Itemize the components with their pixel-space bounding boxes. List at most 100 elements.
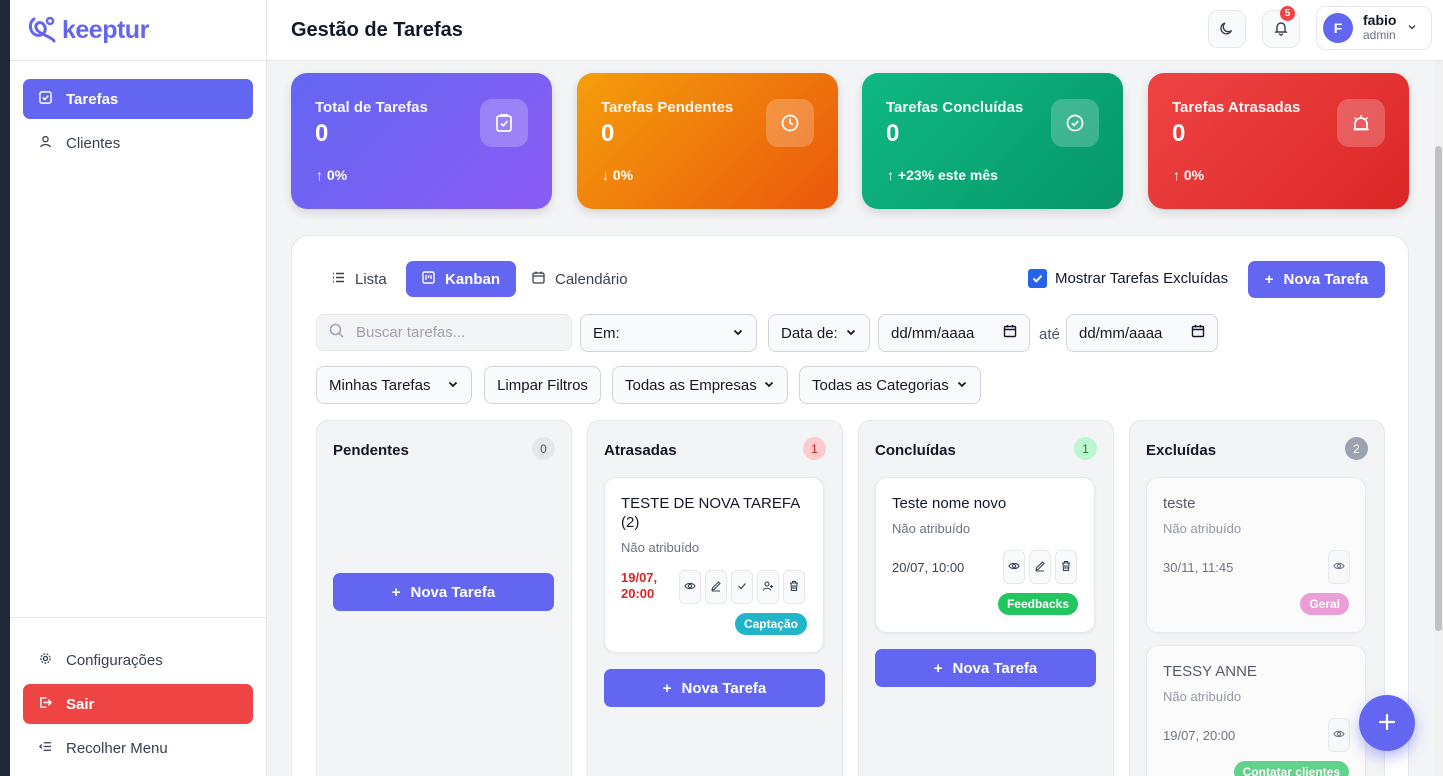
date-from-input[interactable]: dd/mm/aaaa	[878, 314, 1030, 352]
sidebar-item-label: Configurações	[66, 651, 163, 669]
category-tag: Captação	[734, 613, 807, 635]
add-task-button[interactable]: + Nova Tarefa	[333, 573, 554, 611]
category-tag: Geral	[1300, 593, 1349, 615]
show-deleted-toggle[interactable]: Mostrar Tarefas Excluídas	[1028, 269, 1228, 288]
task-title: TESTE DE NOVA TAREFA (2)	[621, 495, 800, 531]
chevron-down-icon	[732, 325, 744, 342]
view-button[interactable]	[1328, 718, 1350, 752]
task-date: 30/11, 11:45	[1163, 560, 1234, 575]
plus-icon: +	[391, 583, 401, 601]
brand-name: keeptur	[62, 15, 149, 44]
chevron-down-icon	[763, 377, 775, 394]
chevron-down-icon	[1406, 20, 1418, 36]
page-scrollbar[interactable]	[1434, 61, 1443, 776]
clear-filters-label: Limpar Filtros	[497, 376, 588, 394]
stat-trend: ↓ 0%	[602, 167, 634, 183]
delete-button[interactable]	[783, 570, 805, 604]
my-tasks-select[interactable]: Minhas Tarefas	[316, 366, 472, 404]
bell-icon	[1273, 20, 1289, 39]
task-card[interactable]: TESTE DE NOVA TAREFA (2) Não atribuído 1…	[604, 477, 824, 653]
date-value: dd/mm/aaaa	[1079, 324, 1163, 342]
companies-select[interactable]: Todas as Empresas	[612, 366, 788, 404]
page-title: Gestão de Tarefas	[291, 18, 463, 41]
plus-icon: +	[1264, 271, 1274, 288]
view-button[interactable]	[1328, 550, 1350, 584]
checkbox-icon	[39, 90, 52, 108]
sidebar-bottom: Configurações Sair Recolher Menu	[10, 617, 266, 776]
chevron-down-icon	[956, 377, 968, 394]
delete-button[interactable]	[1055, 550, 1077, 584]
view-button[interactable]	[1003, 550, 1025, 584]
scrollbar-thumb[interactable]	[1435, 146, 1442, 631]
task-assignee: Não atribuído	[1163, 689, 1242, 704]
chevron-down-icon	[447, 377, 459, 394]
assign-button[interactable]	[757, 570, 779, 604]
kanban-column-atrasadas: Atrasadas 1 TESTE DE NOVA TAREFA (2) Não…	[587, 420, 843, 776]
categories-select[interactable]: Todas as Categorias	[799, 366, 981, 404]
tab-label: Calendário	[555, 270, 628, 288]
tab-calendario[interactable]: Calendário	[516, 261, 644, 297]
sidebar-item-clientes[interactable]: Clientes	[23, 123, 253, 163]
tab-lista[interactable]: Lista	[316, 261, 403, 297]
add-task-button[interactable]: + Nova Tarefa	[604, 669, 825, 707]
sidebar-item-configuracoes[interactable]: Configurações	[23, 640, 253, 680]
keeptur-logo-icon	[26, 13, 58, 48]
edit-button[interactable]	[1029, 550, 1051, 584]
search-icon	[329, 323, 344, 342]
user-role: admin	[1363, 28, 1396, 42]
clipboard-check-icon	[480, 99, 528, 147]
task-assignee: Não atribuído	[1163, 521, 1242, 536]
column-count: 2	[1345, 437, 1368, 460]
sidebar-item-sair[interactable]: Sair	[23, 684, 253, 724]
task-title: Teste nome novo	[892, 495, 1007, 512]
plus-icon	[1378, 713, 1396, 734]
clear-filters-button[interactable]: Limpar Filtros	[484, 366, 601, 404]
kanban-column-excluidas: Excluídas 2 teste Não atribuído 30/11, 1…	[1129, 420, 1385, 776]
user-menu[interactable]: F fabio admin	[1316, 6, 1432, 50]
tab-kanban[interactable]: Kanban	[406, 261, 517, 297]
eye-icon	[684, 579, 696, 595]
theme-toggle-button[interactable]	[1208, 10, 1246, 48]
show-deleted-label: Mostrar Tarefas Excluídas	[1055, 270, 1229, 287]
task-card[interactable]: TESSY ANNE Não atribuído 19/07, 20:00 Co…	[1146, 645, 1366, 776]
task-actions	[679, 570, 805, 604]
logo[interactable]: keeptur	[10, 0, 266, 61]
trash-icon	[1060, 559, 1072, 575]
edit-button[interactable]	[705, 570, 727, 604]
task-assignee: Não atribuído	[892, 521, 971, 536]
stat-card-total: Total de Tarefas 0 ↑ 0%	[291, 73, 552, 209]
stat-trend: ↑ 0%	[1173, 167, 1205, 183]
kanban-column-pendentes: Pendentes 0 + Nova Tarefa	[316, 420, 572, 776]
notifications-button[interactable]: 5	[1262, 6, 1300, 48]
add-task-button[interactable]: + Nova Tarefa	[875, 649, 1096, 687]
view-button[interactable]	[679, 570, 701, 604]
column-count: 0	[532, 437, 555, 460]
show-deleted-checkbox[interactable]	[1028, 269, 1047, 288]
task-actions	[1328, 550, 1350, 584]
task-card[interactable]: teste Não atribuído 30/11, 11:45 Geral	[1146, 477, 1366, 633]
new-task-button[interactable]: + Nova Tarefa	[1248, 261, 1385, 298]
task-title: teste	[1163, 495, 1196, 512]
clock-icon	[766, 99, 814, 147]
sidebar-item-recolher-menu[interactable]: Recolher Menu	[23, 728, 253, 768]
date-to-input[interactable]: dd/mm/aaaa	[1066, 314, 1218, 352]
date-type-select[interactable]: Data de:	[768, 314, 870, 352]
select-value: Todas as Categorias	[812, 376, 949, 394]
sidebar-item-label: Recolher Menu	[66, 739, 168, 757]
add-task-label: Nova Tarefa	[681, 679, 767, 697]
sidebar-item-tarefas[interactable]: Tarefas	[23, 79, 253, 119]
search-input[interactable]: Buscar tarefas...	[316, 314, 572, 351]
floating-add-button[interactable]	[1359, 695, 1415, 751]
tab-label: Kanban	[445, 270, 501, 288]
em-select[interactable]: Em:	[580, 314, 757, 352]
column-title: Concluídas	[875, 442, 956, 459]
notification-badge: 5	[1280, 6, 1295, 21]
add-task-label: Nova Tarefa	[410, 583, 496, 601]
task-date: 20/07, 10:00	[892, 560, 965, 575]
logout-icon	[39, 696, 53, 713]
calendar-icon	[1003, 324, 1017, 342]
complete-button[interactable]	[731, 570, 753, 604]
task-card[interactable]: Teste nome novo Não atribuído 20/07, 10:…	[875, 477, 1095, 633]
sidebar-item-label: Sair	[66, 695, 95, 713]
tab-label: Lista	[355, 270, 387, 288]
